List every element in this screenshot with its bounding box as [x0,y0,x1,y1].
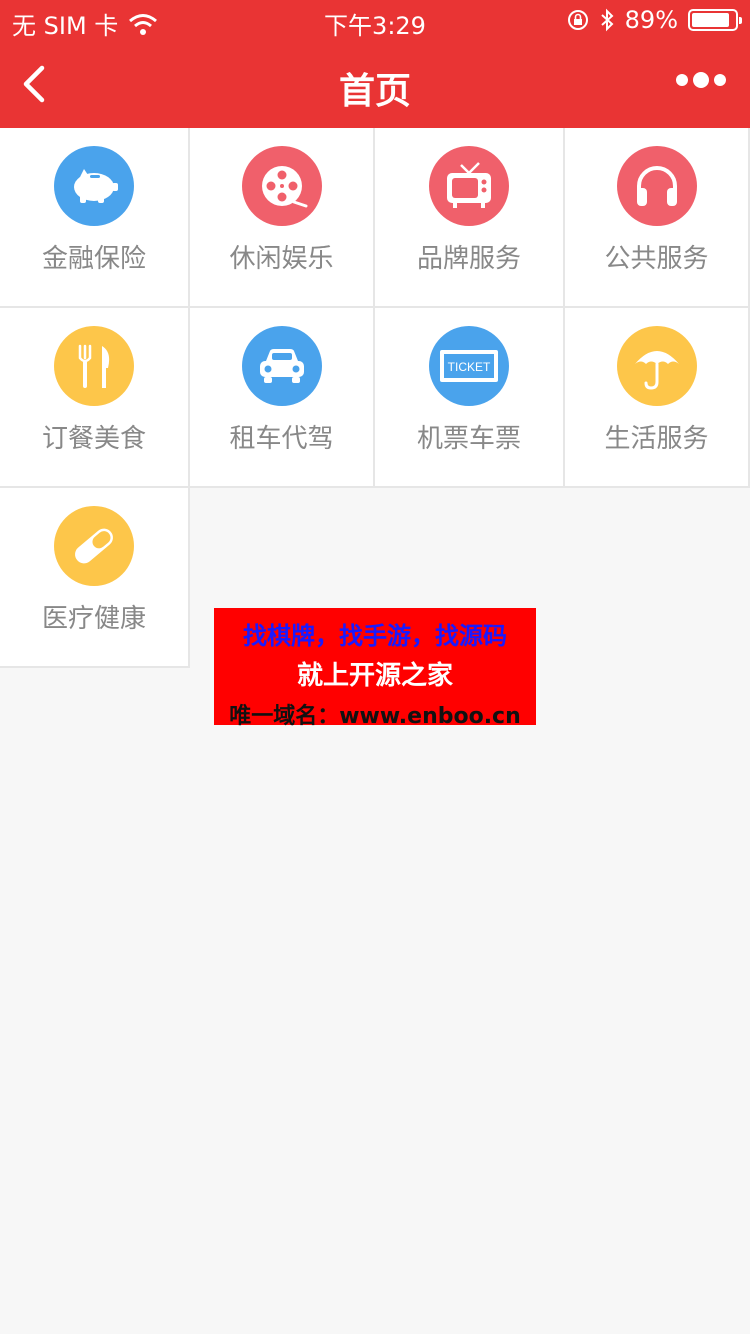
battery-fill [692,13,730,27]
fork-knife-icon [54,326,134,406]
grid-item-leisure[interactable]: 休闲娱乐 [190,128,375,308]
grid-item-label: 金融保险 [41,244,146,274]
headphones-icon [616,146,697,226]
grid-item-life[interactable]: 生活服务 [565,308,750,488]
page-title: 首页 [338,71,411,112]
ad-banner[interactable]: 找棋牌，找手游，找源码 就上开源之家 唯一域名：www.enboo.cn [214,608,536,729]
tv-icon [429,146,509,226]
grid-item-label: 医疗健康 [41,604,146,634]
navigation-bar: 首页 [0,40,750,128]
grid-item-food[interactable]: 订餐美食 [0,308,190,488]
grid-item-label: 订餐美食 [41,424,146,454]
orientation-lock-icon [567,10,588,30]
more-dot [676,74,688,86]
grid-item-tickets[interactable]: TICKET 机票车票 [375,308,565,488]
grid-item-public[interactable]: 公共服务 [565,128,750,308]
battery-percent: 89% [624,6,678,34]
car-icon [241,326,322,406]
film-reel-icon [241,146,322,226]
umbrella-icon [616,326,697,406]
grid-item-label: 品牌服务 [416,244,521,274]
grid-item-label: 租车代驾 [229,424,334,454]
ticket-text: TICKET [448,360,491,374]
piggy-bank-icon [54,146,134,226]
grid-item-car-rental[interactable]: 租车代驾 [190,308,375,488]
status-bar: 无 SIM 卡 下午3:29 89% [0,0,750,40]
grid-item-label: 休闲娱乐 [229,244,334,274]
pill-capsule-icon [54,506,134,586]
battery-icon [688,9,742,31]
ad-line-1: 找棋牌，找手游，找源码 [243,622,507,650]
grid-item-finance[interactable]: 金融保险 [0,128,190,308]
grid-item-medical[interactable]: 医疗健康 [0,488,190,668]
grid-item-label: 公共服务 [604,244,709,274]
more-dot [693,72,709,88]
grid-item-brand[interactable]: 品牌服务 [375,128,565,308]
grid-item-label: 生活服务 [604,424,709,454]
more-dot [714,74,726,86]
more-button[interactable] [671,72,726,88]
ad-line-2: 就上开源之家 [296,661,453,691]
grid-item-label: 机票车票 [416,424,521,454]
bluetooth-icon [600,8,614,32]
ticket-icon: TICKET [429,326,509,406]
ad-line-3: 唯一域名：www.enboo.cn [229,704,521,729]
